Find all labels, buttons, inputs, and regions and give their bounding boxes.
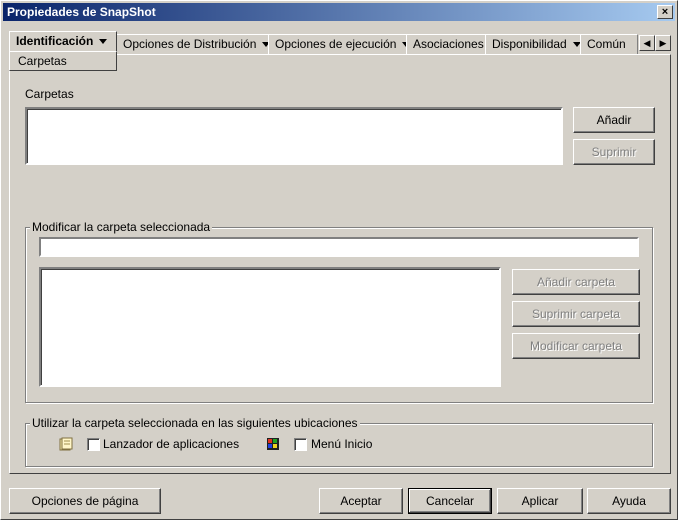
accept-button[interactable]: Aceptar — [319, 488, 403, 514]
close-button[interactable]: × — [657, 5, 673, 19]
tab-label: Disponibilidad — [492, 37, 567, 51]
delete-folder-button[interactable]: Suprimir carpeta — [512, 301, 640, 327]
tab-opciones-distribucion[interactable]: Opciones de Distribución — [116, 34, 271, 54]
apply-button[interactable]: Aplicar — [497, 488, 583, 514]
tab-comun[interactable]: Común — [580, 34, 638, 54]
app-launcher-icon — [59, 437, 73, 451]
tab-disponibilidad[interactable]: Disponibilidad — [485, 34, 585, 54]
chevron-down-icon[interactable] — [99, 39, 108, 45]
tab-opciones-ejecucion[interactable]: Opciones de ejecución — [268, 34, 411, 54]
add-folder-button[interactable]: Añadir carpeta — [512, 269, 640, 295]
start-menu-label: Menú Inicio — [311, 437, 373, 451]
tab-asociaciones[interactable]: Asociaciones — [406, 34, 486, 54]
tab-label: Opciones de ejecución — [275, 37, 397, 51]
folder-path-input[interactable] — [39, 237, 639, 257]
carpetas-label: Carpetas — [25, 87, 74, 101]
tab-label: Identificación — [16, 34, 94, 48]
carpetas-list[interactable] — [25, 107, 563, 165]
subtab-label: Carpetas — [18, 54, 67, 68]
subtab-carpetas[interactable]: Carpetas — [9, 51, 117, 71]
help-button[interactable]: Ayuda — [587, 488, 671, 514]
window-title: Propiedades de SnapShot — [7, 5, 156, 19]
tab-label: Común — [587, 37, 626, 51]
tab-label: Opciones de Distribución — [123, 37, 257, 51]
title-bar: Propiedades de SnapShot × — [3, 3, 675, 21]
tab-scroll-left-icon[interactable]: ◀ — [639, 35, 655, 51]
modify-group-label: Modificar la carpeta seleccionada — [30, 220, 213, 234]
delete-button[interactable]: Suprimir — [573, 139, 655, 165]
start-menu-checkbox[interactable] — [294, 438, 307, 451]
add-button[interactable]: Añadir — [573, 107, 655, 133]
modify-folder-button[interactable]: Modificar carpeta — [512, 333, 640, 359]
launcher-label: Lanzador de aplicaciones — [103, 437, 240, 451]
folder-tree-list[interactable] — [39, 267, 501, 387]
tab-scroll-right-icon[interactable]: ▶ — [655, 35, 671, 51]
locations-group-label: Utilizar la carpeta seleccionada en las … — [30, 416, 360, 430]
properties-window: Propiedades de SnapShot × Identificación… — [0, 0, 678, 520]
tab-label: Asociaciones — [413, 37, 484, 51]
cancel-button[interactable]: Cancelar — [408, 488, 492, 514]
page-options-button[interactable]: Opciones de página — [9, 488, 161, 514]
start-menu-icon — [267, 438, 279, 450]
launcher-checkbox[interactable] — [87, 438, 100, 451]
tab-scroll-arrows: ◀ ▶ — [639, 35, 671, 51]
